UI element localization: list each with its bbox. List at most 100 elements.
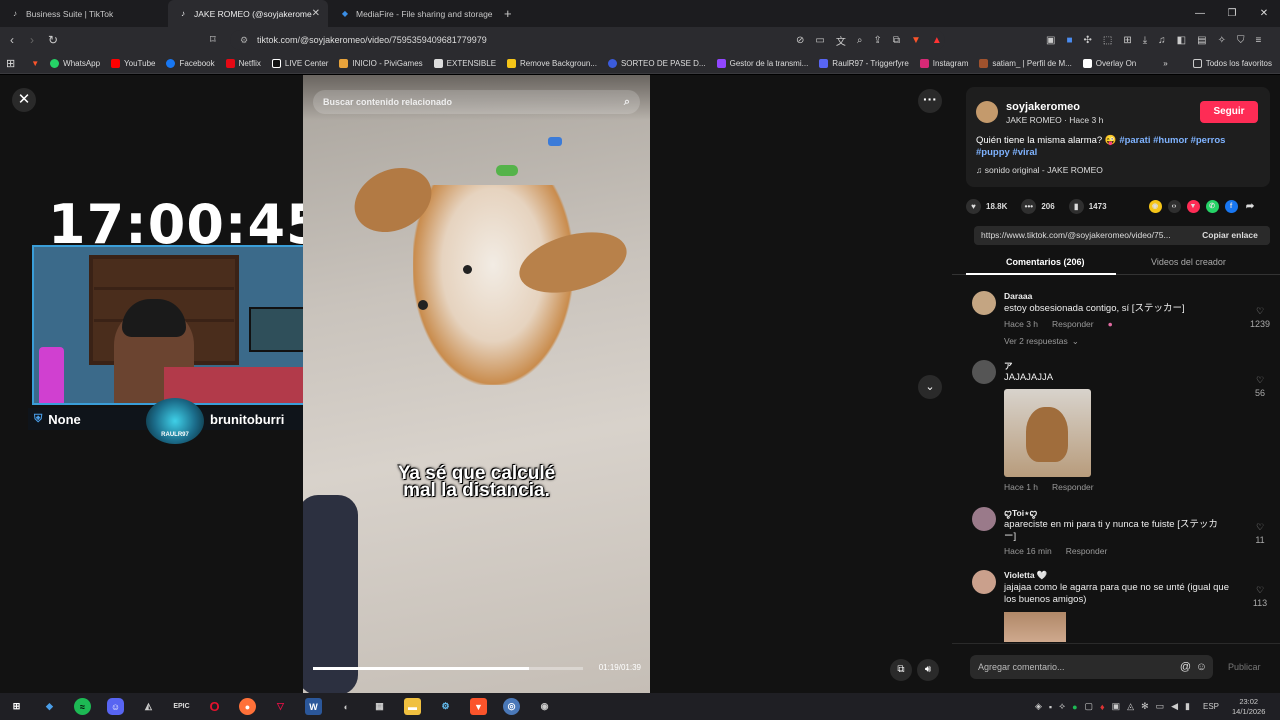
bookmark-icon[interactable]: ⌑ <box>210 27 216 53</box>
app-icon-3[interactable]: ◐ <box>338 698 355 715</box>
new-tab-button[interactable]: + <box>494 0 512 27</box>
video-player[interactable]: Buscar contenido relacionado ⌕ Ya sé que… <box>303 75 650 693</box>
search-icon[interactable]: ⌕ <box>624 90 630 114</box>
more-options-button[interactable]: ··· <box>918 89 942 113</box>
rewards-icon[interactable]: ▲ <box>932 35 942 46</box>
bookmark-gestor[interactable]: Gestor de la transmi... <box>716 58 808 68</box>
windows-start-icon[interactable]: ⊞ <box>8 698 25 715</box>
send-icon[interactable]: ▼ <box>1186 199 1200 213</box>
save-button[interactable]: ▮ 1473 <box>1068 198 1107 214</box>
bookmark-whatsapp[interactable]: WhatsApp <box>50 58 100 68</box>
comment-button[interactable]: ••• 206 <box>1021 198 1055 214</box>
commenter-name[interactable]: Violetta 🤍 <box>1004 570 1048 581</box>
speaker-icon[interactable]: ◀ <box>1171 701 1178 712</box>
site-info-icon[interactable]: ⚙ <box>240 30 248 50</box>
bookmark-live-center[interactable]: LIVE Center <box>271 58 328 68</box>
more-bookmarks-icon[interactable]: » <box>1163 59 1167 68</box>
related-search-input[interactable]: Buscar contenido relacionado ⌕ <box>313 90 640 114</box>
tray-icon[interactable]: ⟡ <box>1059 701 1065 712</box>
tray-icon[interactable]: ◬ <box>1127 701 1134 712</box>
bookmark-satiam[interactable]: satiam_ | Perfil de M... <box>979 58 1072 68</box>
tray-icon[interactable]: ▪ <box>1049 702 1052 712</box>
commenter-avatar[interactable] <box>972 570 996 594</box>
all-favorites[interactable]: Todos los favoritos <box>1192 58 1272 68</box>
sidebar-icon[interactable]: ◧ <box>1177 35 1186 46</box>
comment-input[interactable]: Agregar comentario... @ ☺ <box>970 655 1213 679</box>
tray-spotify-icon[interactable]: ● <box>1072 702 1077 712</box>
gift-icon[interactable]: ◉ <box>1148 199 1162 213</box>
comment-image[interactable] <box>1004 612 1066 642</box>
wallet-small-icon[interactable]: ⊞ <box>1123 35 1131 46</box>
bookmark-overlay[interactable]: Overlay On <box>1082 58 1136 68</box>
creator-avatar[interactable] <box>976 101 998 123</box>
bookmark-extensible[interactable]: EXTENSIBLE <box>433 58 496 68</box>
word-icon[interactable]: W <box>305 698 322 715</box>
zoom-icon[interactable]: ⌕ <box>857 35 863 46</box>
comment-image[interactable] <box>1004 389 1091 477</box>
firefox-icon[interactable]: ● <box>239 698 256 715</box>
extension-2-icon[interactable]: ■ <box>1066 35 1072 46</box>
bookmark-sorteo[interactable]: SORTEO DE PASE D... <box>607 58 706 68</box>
extension-3-icon[interactable]: ⬚ <box>1103 35 1112 46</box>
app-icon-2[interactable]: ▽ <box>272 698 289 715</box>
whatsapp-icon[interactable]: ✆ <box>1205 199 1219 213</box>
tab-jake-romeo[interactable]: ♪ JAKE ROMEO (@soyjakerome ✕ <box>168 0 328 27</box>
file-explorer-icon[interactable]: ▬ <box>404 698 421 715</box>
close-window-icon[interactable]: ✕ <box>1248 0 1280 27</box>
copy-icon[interactable]: ⧉ <box>893 35 900 46</box>
copy-link-button[interactable]: Copiar enlace <box>1190 226 1270 245</box>
network-icon[interactable]: ▭ <box>1156 701 1165 712</box>
calculator-icon[interactable]: ▦ <box>371 698 388 715</box>
tracking-icon[interactable]: ⊘ <box>796 35 804 46</box>
tab-comments[interactable]: Comentarios (206) <box>1006 257 1085 267</box>
mic-icon[interactable]: ♦ <box>1100 702 1105 712</box>
brave-shield-icon[interactable]: ▼ <box>911 35 921 46</box>
language-indicator[interactable]: ESP <box>1203 702 1219 711</box>
bookmark-facebook[interactable]: Facebook <box>166 58 215 68</box>
tab-business-suite[interactable]: ♪ Business Suite | TikTok <box>0 0 168 27</box>
share-icon[interactable]: ➦ <box>1244 200 1257 213</box>
next-video-button[interactable]: ⌄ <box>918 375 942 399</box>
spotify-icon[interactable]: ≈ <box>74 698 91 715</box>
commenter-name[interactable]: ꨄ︎Toi⋆ꨄ︎ <box>1004 507 1037 519</box>
commenter-avatar[interactable] <box>972 360 996 384</box>
volume-icon[interactable]: 🔊︎ <box>917 659 939 681</box>
emoji-icon[interactable]: ☺ <box>1196 655 1207 679</box>
comment-like[interactable]: ♡ 1239 <box>1248 305 1272 331</box>
brave-icon[interactable]: ▼ <box>31 59 39 68</box>
bookmark-instagram[interactable]: Instagram <box>919 58 968 68</box>
reply-button[interactable]: Responder <box>1066 546 1108 556</box>
forward-icon[interactable]: › <box>30 27 34 53</box>
video-progress-bar[interactable] <box>313 667 583 670</box>
commenter-avatar[interactable] <box>972 507 996 531</box>
tab-creator-videos[interactable]: Videos del creador <box>1151 257 1226 267</box>
view-replies-button[interactable]: Ver 2 respuestas ⌄ <box>1004 336 1079 347</box>
close-video-button[interactable]: ✕ <box>12 88 36 112</box>
tray-icon[interactable]: ✻ <box>1141 701 1149 712</box>
vpn-icon[interactable]: ⛉ <box>1237 35 1245 46</box>
obs-icon[interactable]: ◉ <box>536 698 553 715</box>
discord-icon[interactable]: ☺ <box>107 698 124 715</box>
epic-games-icon[interactable]: EPIC <box>173 698 190 715</box>
bookmark-netflix[interactable]: Netflix <box>225 58 261 68</box>
tray-icon[interactable]: ◈ <box>1035 701 1042 712</box>
bookmark-triggerfyre[interactable]: RaulR97 - Triggerfyre <box>819 58 909 68</box>
follow-button[interactable]: Seguir <box>1200 101 1258 123</box>
puzzle-icon[interactable]: ✣ <box>1084 35 1092 46</box>
extension-1-icon[interactable]: ▣ <box>1046 35 1055 46</box>
reply-button[interactable]: Responder <box>1052 319 1094 329</box>
bookmark-pivigames[interactable]: INICIO - PiviGames <box>339 58 423 68</box>
facebook-icon[interactable]: f <box>1224 199 1238 213</box>
share-icon[interactable]: ⇪ <box>873 35 881 46</box>
commenter-avatar[interactable] <box>972 291 996 315</box>
back-icon[interactable]: ‹ <box>10 27 14 53</box>
clock-tray[interactable]: 23:02 14/1/2026 <box>1232 697 1265 717</box>
restore-icon[interactable]: ❐ <box>1216 0 1248 27</box>
floating-player-icon[interactable]: ⧉ <box>890 659 912 681</box>
bookmark-youtube[interactable]: YouTube <box>111 58 155 68</box>
creator-username[interactable]: soyjakeromeo <box>1006 101 1080 113</box>
apps-icon[interactable]: ⊞ <box>6 57 15 70</box>
close-tab-icon[interactable]: ✕ <box>312 8 320 19</box>
sound-link[interactable]: ♫ sonido original - JAKE ROMEO <box>976 165 1103 175</box>
opera-icon[interactable]: O <box>206 698 223 715</box>
